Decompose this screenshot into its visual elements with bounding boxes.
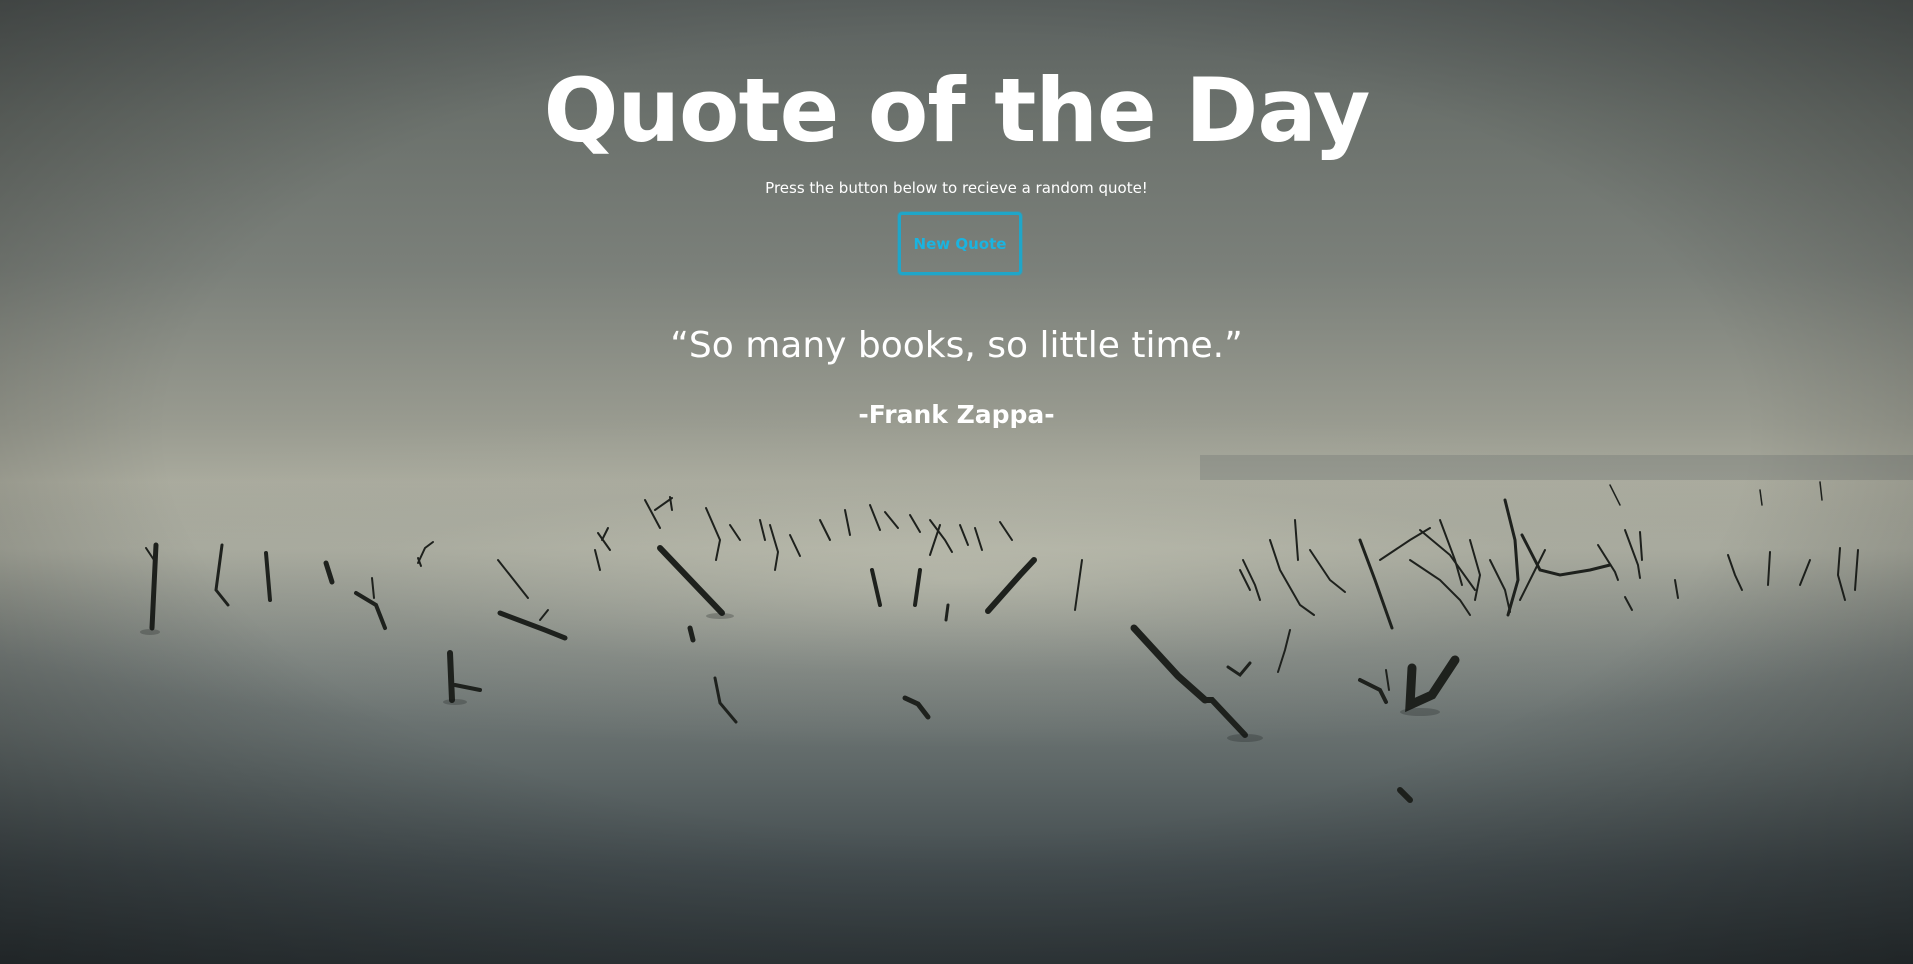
page-title: Quote of the Day	[543, 59, 1371, 162]
new-quote-button[interactable]: New Quote	[898, 212, 1022, 275]
quote-text: “So many books, so little time.”	[670, 325, 1243, 366]
page-subtitle: Press the button below to recieve a rand…	[765, 179, 1148, 197]
quote-author: -Frank Zappa-	[858, 400, 1055, 429]
